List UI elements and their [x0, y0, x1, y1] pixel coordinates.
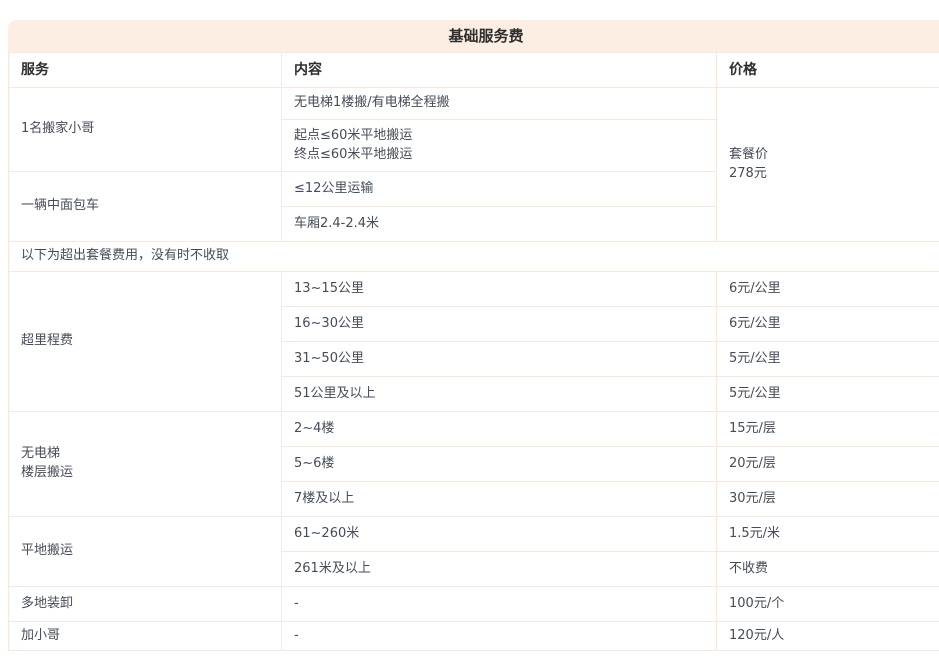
content-cell: 无电梯1楼搬/有电梯全程搬 — [282, 88, 717, 120]
price-cell: 30元/层 — [717, 482, 939, 517]
content-cell: 61~260米 — [282, 517, 717, 552]
table-row: 超里程费 13~15公里 6元/公里 — [9, 272, 939, 307]
service-cell-mover: 1名搬家小哥 — [9, 88, 282, 172]
content-cell: 13~15公里 — [282, 272, 717, 307]
content-cell: 车厢2.4-2.4米 — [282, 207, 717, 242]
price-cell: 20元/层 — [717, 447, 939, 482]
content-cell: 5~6楼 — [282, 447, 717, 482]
header-row: 服务 内容 价格 — [9, 53, 939, 88]
col-header-service: 服务 — [9, 53, 282, 88]
col-header-price: 价格 — [717, 53, 939, 88]
content-cell: - — [282, 587, 717, 622]
content-cell: 51公里及以上 — [282, 377, 717, 412]
table-row: 加小哥 - 120元/人 — [9, 622, 939, 651]
price-cell-package: 套餐价 278元 — [717, 88, 939, 242]
service-cell-extra-mileage: 超里程费 — [9, 272, 282, 412]
price-cell: 不收费 — [717, 552, 939, 587]
price-cell: 6元/公里 — [717, 272, 939, 307]
content-cell: 2~4楼 — [282, 412, 717, 447]
table-row: 1名搬家小哥 无电梯1楼搬/有电梯全程搬 套餐价 278元 — [9, 88, 939, 120]
content-cell: ≤12公里运输 — [282, 172, 717, 207]
content-cell: 起点≤60米平地搬运 终点≤60米平地搬运 — [282, 120, 717, 172]
service-cell-no-elevator: 无电梯 楼层搬运 — [9, 412, 282, 517]
table-row: 多地装卸 - 100元/个 — [9, 587, 939, 622]
table-title: 基础服务费 — [8, 20, 939, 52]
table-row: 平地搬运 61~260米 1.5元/米 — [9, 517, 939, 552]
table-row: 无电梯 楼层搬运 2~4楼 15元/层 — [9, 412, 939, 447]
col-header-content: 内容 — [282, 53, 717, 88]
price-cell: 5元/公里 — [717, 377, 939, 412]
content-cell: 31~50公里 — [282, 342, 717, 377]
service-cell-flat-ground: 平地搬运 — [9, 517, 282, 587]
note-row: 以下为超出套餐费用，没有时不收取 — [9, 242, 939, 272]
base-service-fee-table: 服务 内容 价格 1名搬家小哥 无电梯1楼搬/有电梯全程搬 套餐价 278元 起… — [8, 52, 939, 651]
pricing-table: 基础服务费 服务 内容 价格 1名搬家小哥 无电梯1楼搬/有电梯全程搬 套餐价 … — [8, 20, 939, 651]
service-cell-van: 一辆中面包车 — [9, 172, 282, 242]
content-cell: 16~30公里 — [282, 307, 717, 342]
content-cell: 261米及以上 — [282, 552, 717, 587]
price-cell: 1.5元/米 — [717, 517, 939, 552]
service-cell-multi-stop: 多地装卸 — [9, 587, 282, 622]
price-cell: 100元/个 — [717, 587, 939, 622]
price-cell: 5元/公里 — [717, 342, 939, 377]
content-cell: - — [282, 622, 717, 651]
price-cell: 120元/人 — [717, 622, 939, 651]
price-cell: 15元/层 — [717, 412, 939, 447]
service-cell-extra-mover: 加小哥 — [9, 622, 282, 651]
price-cell: 6元/公里 — [717, 307, 939, 342]
content-cell: 7楼及以上 — [282, 482, 717, 517]
extra-fee-note: 以下为超出套餐费用，没有时不收取 — [9, 242, 939, 272]
